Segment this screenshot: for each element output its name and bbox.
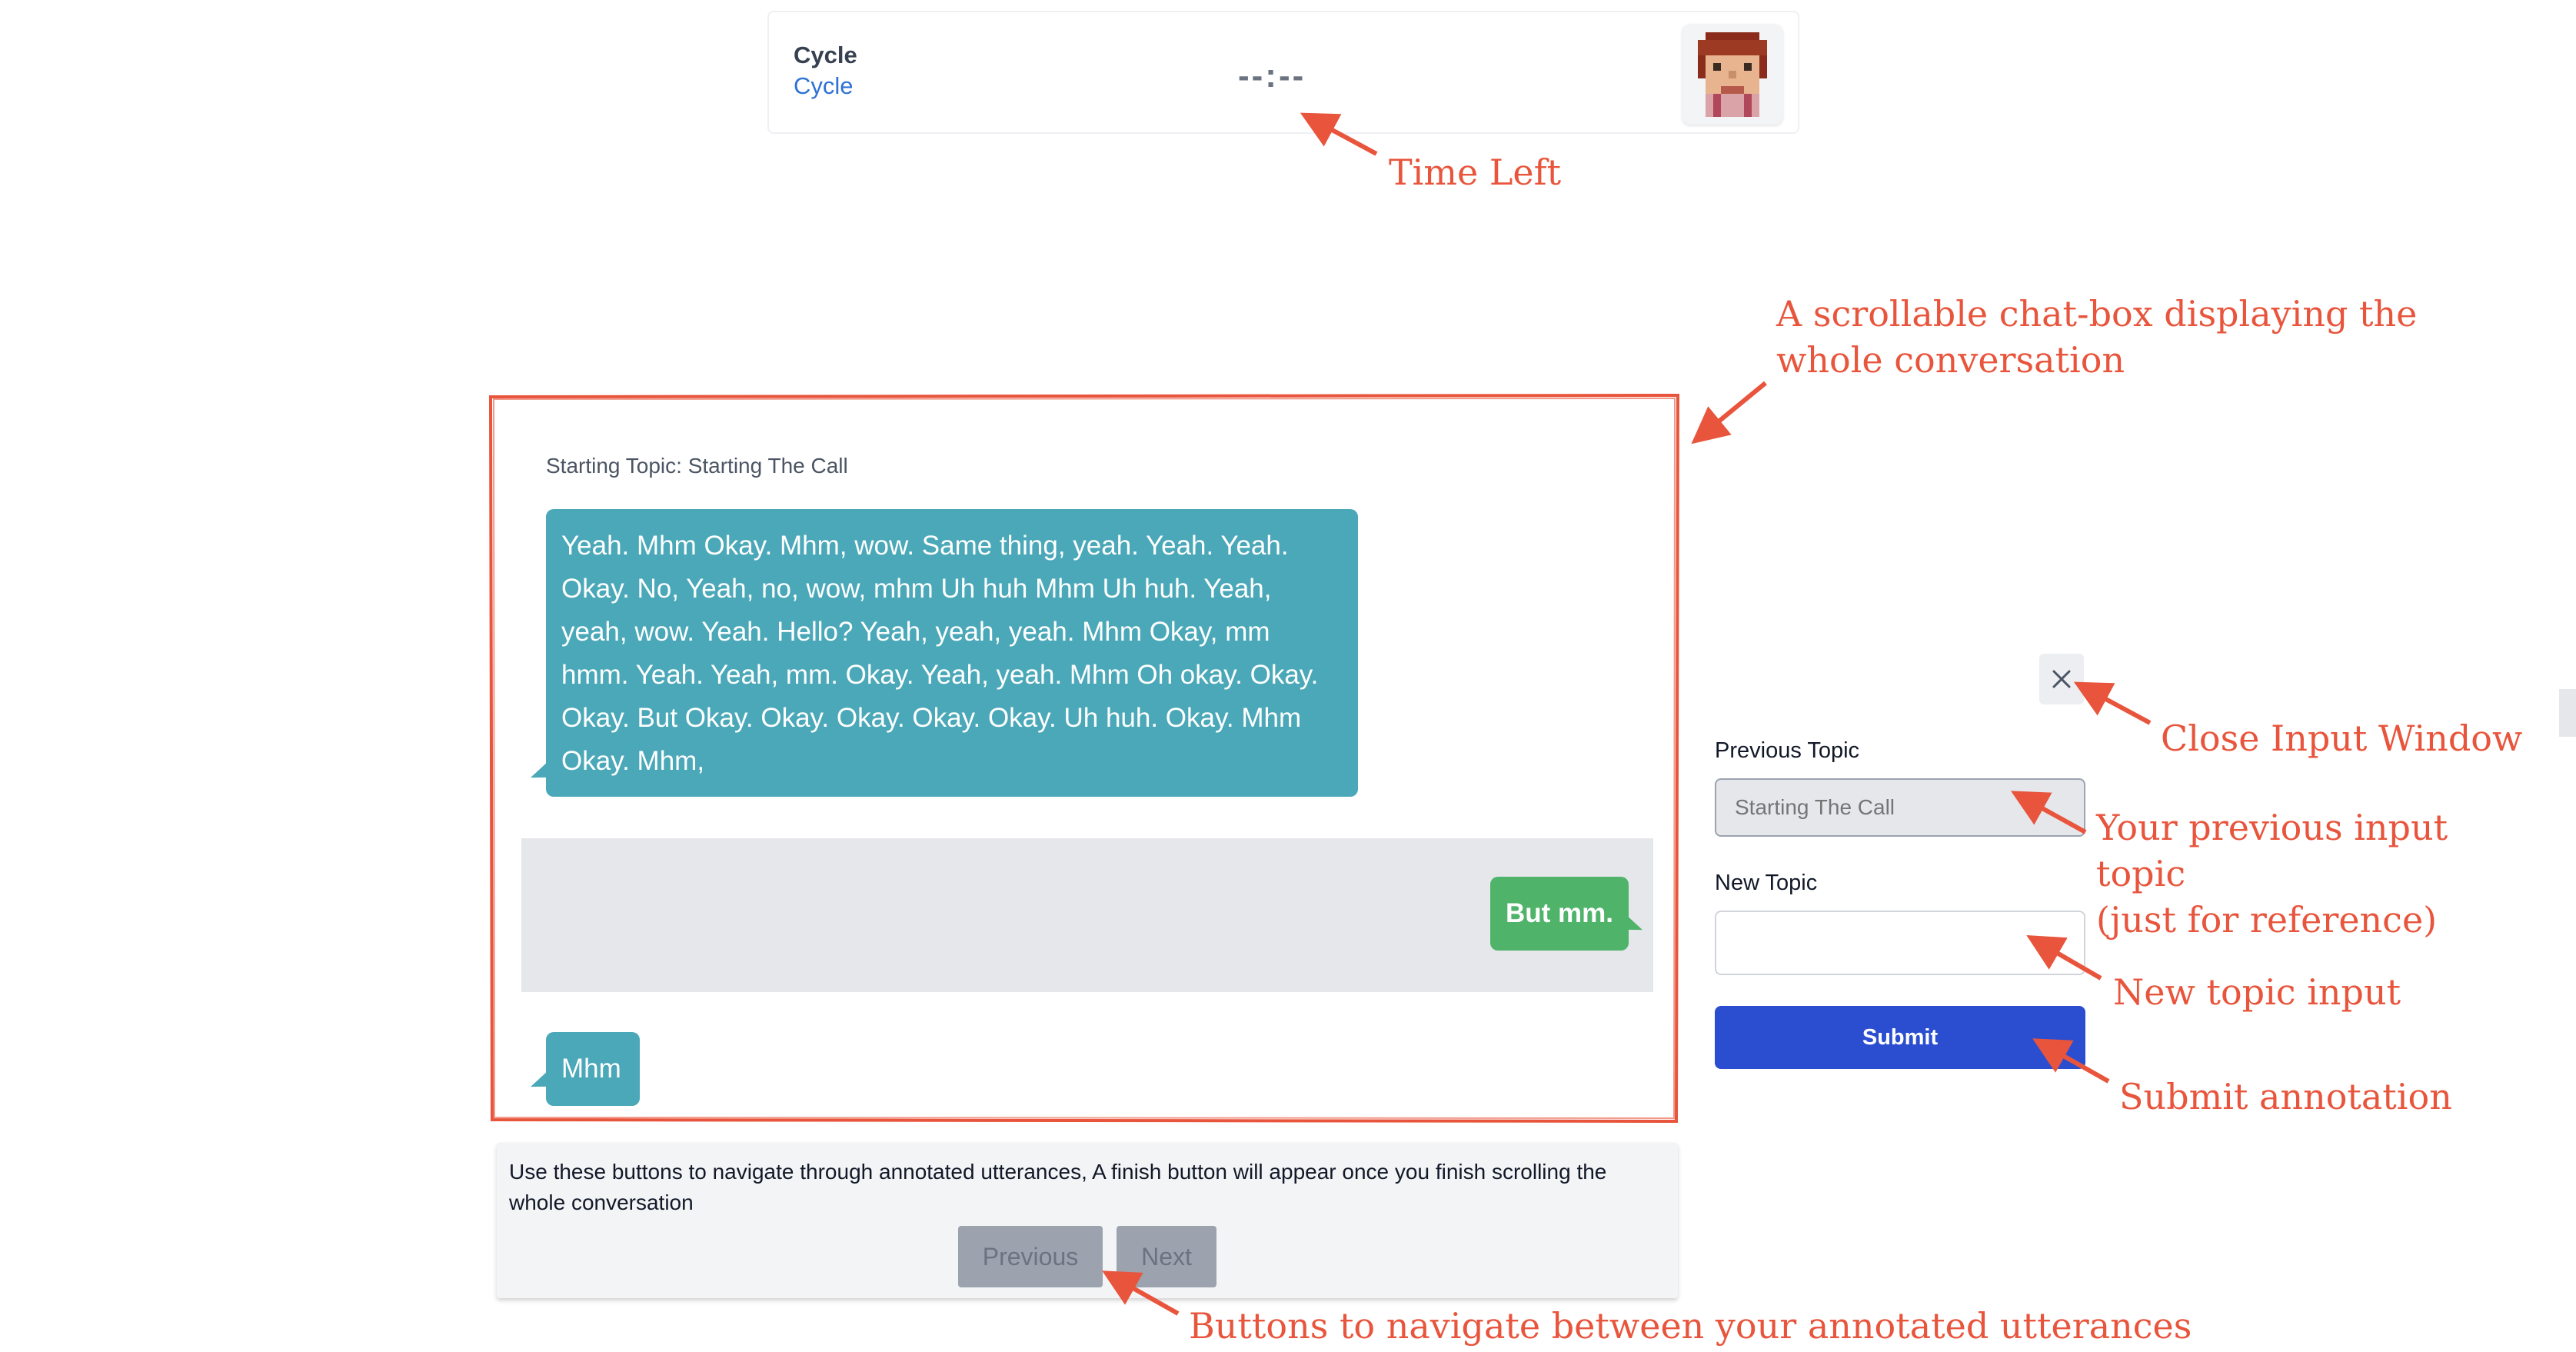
- submit-button[interactable]: Submit: [1715, 1006, 2085, 1069]
- timer: --:--: [1238, 57, 1306, 95]
- callout-chat-box: A scrollable chat-box displaying the who…: [1776, 291, 2417, 383]
- close-icon: [2052, 670, 2071, 688]
- previous-topic-label: Previous Topic: [1715, 738, 1860, 763]
- avatar: [1682, 25, 1782, 125]
- callout-chat-line: whole conversation: [1776, 339, 2125, 381]
- callout-submit: Submit annotation: [2119, 1076, 2452, 1117]
- navigation-panel: Use these buttons to navigate through an…: [497, 1143, 1678, 1298]
- callout-previous-line: Your previous input: [2096, 807, 2448, 848]
- callout-previous-topic: Your previous input topic (just for refe…: [2096, 804, 2448, 943]
- callout-new-topic: New topic input: [2113, 971, 2401, 1013]
- cycle-title: Cycle: [794, 42, 857, 68]
- header-card: Cycle Cycle --:--: [767, 11, 1799, 134]
- chat-box-highlight-frame: [488, 393, 1680, 1124]
- pixel-avatar-icon: [1682, 25, 1782, 125]
- callout-time-left: Time Left: [1389, 152, 1562, 193]
- new-topic-label: New Topic: [1715, 871, 1818, 895]
- previous-topic-input: [1715, 778, 2085, 837]
- navigation-help-text: Use these buttons to navigate through an…: [509, 1160, 1607, 1214]
- arrow-chat-box: [1691, 381, 1767, 445]
- next-button[interactable]: Next: [1117, 1226, 1216, 1287]
- scrollbar-handle[interactable]: [2559, 689, 2576, 737]
- callout-previous-line: topic: [2096, 853, 2186, 894]
- previous-button[interactable]: Previous: [958, 1226, 1103, 1287]
- close-input-button[interactable]: [2039, 654, 2084, 704]
- arrow-close: [2073, 681, 2152, 725]
- callout-navigation: Buttons to navigate between your annotat…: [1189, 1305, 2192, 1347]
- callout-previous-line: (just for reference): [2096, 899, 2438, 941]
- cycle-subtitle: Cycle: [794, 72, 854, 99]
- callout-close: Close Input Window: [2161, 718, 2523, 759]
- callout-chat-line: A scrollable chat-box displaying the: [1776, 293, 2418, 335]
- new-topic-input[interactable]: [1715, 911, 2085, 975]
